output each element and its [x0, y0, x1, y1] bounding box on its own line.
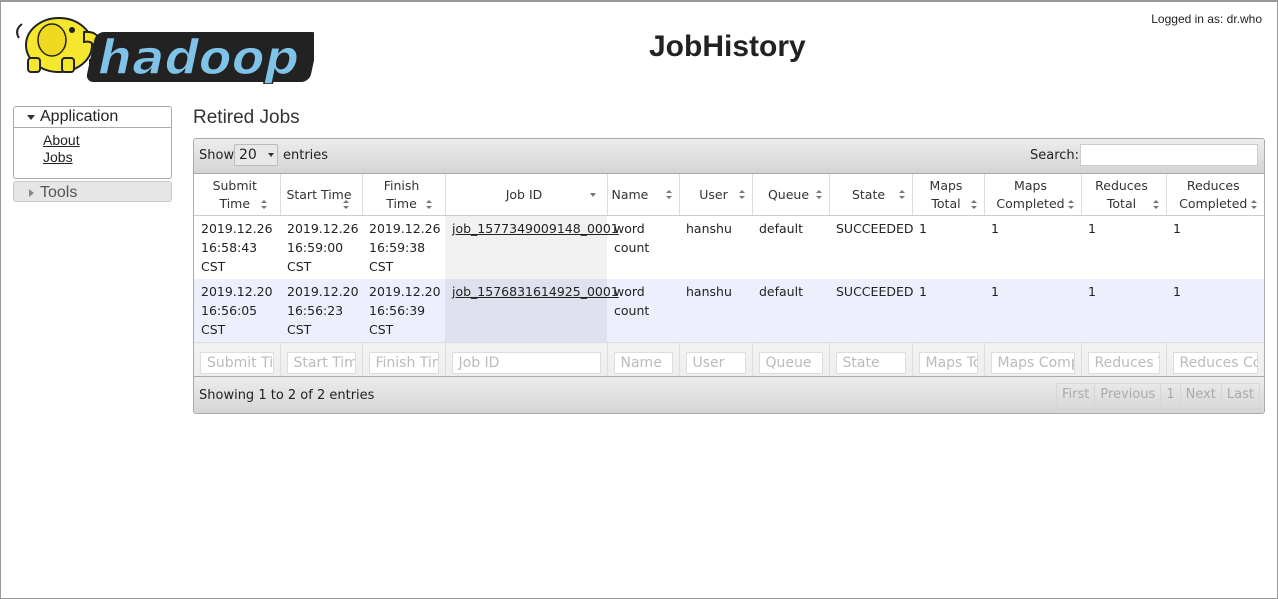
- sidebar-tools-label: Tools: [40, 184, 78, 201]
- filter-name[interactable]: Name: [613, 352, 673, 374]
- cell-job-id: job_1577349009148_0001: [445, 215, 619, 279]
- filter-job-id[interactable]: Job ID: [451, 352, 601, 374]
- sort-both-icon: [425, 200, 433, 210]
- filter-user[interactable]: User: [685, 352, 746, 374]
- cell-maps-completed: 1: [984, 279, 1081, 343]
- length-show-label: Show: [199, 148, 235, 163]
- jobs-table-container: Show 20 entries Search: Submit Time Star…: [193, 138, 1265, 414]
- sidebar-application-header[interactable]: Application: [14, 107, 171, 128]
- table-row: 2019.12.26 16:58:43 CST 2019.12.26 16:59:00…: [194, 215, 1264, 279]
- sort-both-icon: [738, 190, 746, 200]
- cell-queue: default: [752, 279, 829, 343]
- jobs-table: Submit Time Start Time Finish Time Job I…: [194, 174, 1264, 383]
- table-row: 2019.12.20 16:56:05 CST 2019.12.20 16:56:23…: [194, 279, 1264, 343]
- triangle-down-icon: [27, 115, 35, 120]
- sort-both-icon: [1067, 200, 1075, 210]
- cell-state: SUCCEEDED: [829, 279, 913, 343]
- sort-both-icon: [1251, 200, 1258, 210]
- sidebar-link-jobs[interactable]: Jobs: [43, 149, 171, 166]
- cell-queue: default: [752, 215, 829, 279]
- filter-maps-completed[interactable]: Maps Completed: [990, 352, 1075, 374]
- job-id-link[interactable]: job_1577349009148_0001: [452, 221, 619, 236]
- cell-maps-completed: 1: [984, 215, 1081, 279]
- sort-desc-icon: [589, 190, 597, 200]
- filter-state[interactable]: State: [835, 352, 906, 374]
- cell-maps-total: 1: [912, 279, 984, 343]
- filter-reduces-completed[interactable]: Reduces Completed: [1172, 352, 1258, 374]
- chevron-down-icon: [268, 153, 274, 157]
- sort-both-icon: [1152, 200, 1160, 210]
- pager-first-button[interactable]: First: [1057, 384, 1096, 408]
- cell-name: word count: [607, 279, 679, 343]
- cell-start-time: 2019.12.26 16:59:00 CST: [280, 215, 362, 279]
- filter-reduces-total[interactable]: Reduces Total: [1087, 352, 1160, 374]
- cell-submit-time: 2019.12.20 16:56:05 CST: [194, 279, 280, 343]
- cell-reduces-total: 1: [1081, 279, 1166, 343]
- cell-name: word count: [607, 215, 679, 279]
- filter-start-time[interactable]: Start Time: [286, 352, 356, 374]
- sidebar-application-panel: Application About Jobs: [13, 106, 172, 179]
- job-id-link[interactable]: job_1576831614925_0001: [452, 284, 619, 299]
- sidebar-tools-header[interactable]: Tools: [13, 181, 172, 202]
- sort-both-icon: [898, 190, 906, 200]
- sidebar-application-label: Application: [40, 108, 119, 125]
- filter-maps-total[interactable]: Maps Total: [918, 352, 978, 374]
- sort-both-icon: [260, 200, 268, 210]
- cell-finish-time: 2019.12.26 16:59:38 CST: [362, 215, 445, 279]
- sort-both-icon: [970, 200, 978, 210]
- column-header-submit-time[interactable]: Submit Time: [194, 174, 281, 216]
- cell-job-id: job_1576831614925_0001: [445, 279, 619, 343]
- column-header-maps-total[interactable]: Maps Total: [912, 174, 985, 216]
- cell-reduces-completed: 1: [1166, 215, 1264, 279]
- cell-start-time: 2019.12.20 16:56:23 CST: [280, 279, 362, 343]
- cell-user: hanshu: [679, 279, 752, 343]
- column-header-start-time[interactable]: Start Time: [280, 174, 363, 216]
- column-header-reduces-total[interactable]: Reduces Total: [1081, 174, 1167, 216]
- filter-finish-time[interactable]: Finish Time: [368, 352, 439, 374]
- hadoop-logo: hadoop: [16, 17, 314, 84]
- table-footer: Showing 1 to 2 of 2 entries First Previo…: [194, 376, 1264, 413]
- pager-page-1-button[interactable]: 1: [1161, 384, 1181, 408]
- column-header-job-id[interactable]: Job ID: [445, 174, 608, 216]
- hadoop-elephant-icon: [16, 17, 102, 73]
- cell-reduces-total: 1: [1081, 215, 1166, 279]
- search-label: Search:: [1030, 148, 1080, 163]
- column-header-queue[interactable]: Queue: [752, 174, 830, 216]
- column-header-name[interactable]: Name: [607, 174, 680, 216]
- svg-text:hadoop: hadoop: [93, 30, 306, 84]
- sort-both-icon: [342, 200, 350, 210]
- table-toolbar: Show 20 entries Search:: [194, 139, 1264, 174]
- page-length-select[interactable]: 20: [234, 144, 278, 166]
- pagination: First Previous 1 Next Last: [1056, 383, 1260, 409]
- hadoop-wordmark: hadoop: [86, 30, 314, 84]
- sort-both-icon: [815, 190, 823, 200]
- filter-queue[interactable]: Queue: [758, 352, 823, 374]
- pager-previous-button[interactable]: Previous: [1095, 384, 1162, 408]
- search-input[interactable]: [1080, 144, 1258, 166]
- sort-both-icon: [665, 190, 673, 200]
- table-info: Showing 1 to 2 of 2 entries: [199, 388, 375, 403]
- section-title: Retired Jobs: [193, 107, 300, 128]
- pager-next-button[interactable]: Next: [1181, 384, 1222, 408]
- logged-in-user: Logged in as: dr.who: [1151, 12, 1262, 26]
- sidebar-link-about[interactable]: About: [43, 132, 171, 149]
- column-header-user[interactable]: User: [679, 174, 753, 216]
- pager-last-button[interactable]: Last: [1222, 384, 1259, 408]
- column-header-state[interactable]: State: [829, 174, 913, 216]
- cell-finish-time: 2019.12.20 16:56:39 CST: [362, 279, 445, 343]
- page-title: JobHistory: [649, 30, 806, 63]
- triangle-right-icon: [29, 189, 34, 197]
- length-entries-label: entries: [283, 148, 329, 163]
- column-header-reduces-completed[interactable]: Reduces Completed: [1166, 174, 1264, 216]
- page-length-value: 20: [239, 147, 257, 163]
- cell-maps-total: 1: [912, 215, 984, 279]
- cell-state: SUCCEEDED: [829, 215, 913, 279]
- column-header-maps-completed[interactable]: Maps Completed: [984, 174, 1082, 216]
- cell-reduces-completed: 1: [1166, 279, 1264, 343]
- cell-user: hanshu: [679, 215, 752, 279]
- cell-submit-time: 2019.12.26 16:58:43 CST: [194, 215, 280, 279]
- column-header-finish-time[interactable]: Finish Time: [362, 174, 446, 216]
- filter-submit-time[interactable]: Submit Time: [200, 352, 274, 374]
